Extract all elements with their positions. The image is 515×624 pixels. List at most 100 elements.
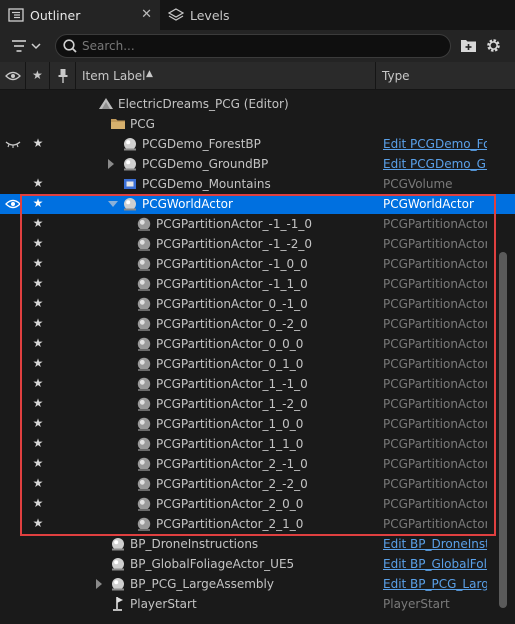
sort-ascending-icon: ▲ — [146, 69, 153, 79]
folder-icon — [111, 119, 125, 129]
type-column-header[interactable]: Type — [376, 62, 515, 90]
star-column-header[interactable]: ★ — [26, 62, 50, 90]
row-type: PCGWorldActor — [383, 197, 474, 211]
row-type: PCGPartitionActor — [383, 337, 487, 351]
tree-row[interactable]: BP_DroneInstructions Edit BP_DroneInstru — [0, 534, 515, 554]
star-icon[interactable]: ★ — [31, 436, 45, 450]
row-label: PCGWorldActor — [142, 197, 233, 211]
sphere-icon — [137, 397, 151, 411]
star-icon[interactable]: ★ — [31, 416, 45, 430]
visibility-column-header[interactable] — [0, 62, 26, 90]
row-type: PCGPartitionActor — [383, 257, 487, 271]
tree-row[interactable]: ★ PCGPartitionActor_0_1_0 PCGPartitionActo… — [0, 354, 515, 374]
tree-row[interactable]: ★ PCGDemo_ForestBP Edit PCGDemo_Fore — [0, 134, 515, 154]
tree-row[interactable]: PlayerStart PlayerStart — [0, 594, 515, 614]
tree-row[interactable]: ★ PCGWorldActor PCGWorldActor — [0, 194, 515, 214]
tree-row[interactable]: ★ PCGPartitionActor_-1_-2_0 PCGPartitionAc… — [0, 234, 515, 254]
tree-row[interactable]: ★ PCGPartitionActor_-1_-1_0 PCGPartitionAc… — [0, 214, 515, 234]
row-type: PCGPartitionActor — [383, 437, 487, 451]
star-icon[interactable]: ★ — [31, 176, 45, 190]
gear-icon[interactable] — [485, 37, 502, 54]
tree-row[interactable]: ★ PCGPartitionActor_1_-1_0 PCGPartitionAct… — [0, 374, 515, 394]
sphere-icon — [137, 337, 151, 351]
edit-blueprint-link[interactable]: Edit BP_DroneInstru — [383, 537, 487, 551]
star-icon[interactable]: ★ — [31, 216, 45, 230]
item-label-column-header[interactable]: Item Label ▲ — [76, 62, 376, 90]
star-icon[interactable]: ★ — [31, 256, 45, 270]
tree-row[interactable]: ★ PCGPartitionActor_1_1_0 PCGPartitionActo… — [0, 434, 515, 454]
row-label: BP_GlobalFoliageActor_UE5 — [130, 557, 295, 571]
add-folder-icon[interactable] — [460, 38, 477, 53]
item-label-header-text: Item Label — [82, 69, 146, 83]
type-header-text: Type — [382, 69, 410, 83]
row-label: PCGPartitionActor_-1_0_0 — [156, 257, 308, 271]
star-icon[interactable]: ★ — [31, 296, 45, 310]
tree-row[interactable]: ★ PCGPartitionActor_2_0_0 PCGPartitionActo… — [0, 494, 515, 514]
scrollbar-thumb[interactable] — [499, 252, 507, 608]
tree-row[interactable]: ★ PCGDemo_Mountains PCGVolume — [0, 174, 515, 194]
star-icon[interactable]: ★ — [31, 336, 45, 350]
star-icon[interactable]: ★ — [31, 196, 45, 210]
expand-arrow-icon[interactable] — [108, 159, 114, 169]
edit-blueprint-link[interactable]: Edit PCGDemo_Fore — [383, 137, 487, 151]
tree-row[interactable]: ★ PCGPartitionActor_-1_0_0 PCGPartitionAct… — [0, 254, 515, 274]
row-type: PlayerStart — [383, 597, 450, 611]
row-type: PCGPartitionActor — [383, 397, 487, 411]
tree-row[interactable]: ★ PCGPartitionActor_0_0_0 PCGPartitionActo… — [0, 334, 515, 354]
tree-row[interactable]: BP_GlobalFoliageActor_UE5 Edit BP_GlobalF… — [0, 554, 515, 574]
star-icon[interactable]: ★ — [31, 316, 45, 330]
eye-closed-icon[interactable] — [5, 139, 21, 149]
star-icon[interactable]: ★ — [31, 356, 45, 370]
close-icon[interactable]: ✕ — [141, 7, 152, 22]
search-box — [55, 34, 451, 58]
star-icon[interactable]: ★ — [31, 496, 45, 510]
edit-blueprint-link[interactable]: Edit BP_GlobalFolia — [383, 557, 487, 571]
row-label: PCGPartitionActor_0_-1_0 — [156, 297, 308, 311]
star-icon[interactable]: ★ — [31, 456, 45, 470]
tab-outliner[interactable]: Outliner ✕ — [0, 0, 160, 30]
row-label: PCGPartitionActor_-1_1_0 — [156, 277, 308, 291]
tree-row[interactable]: BP_PCG_LargeAssembly Edit BP_PCG_Large — [0, 574, 515, 594]
tree-row[interactable]: ★ PCGPartitionActor_2_-2_0 PCGPartitionAct… — [0, 474, 515, 494]
star-icon[interactable]: ★ — [31, 236, 45, 250]
row-type: PCGPartitionActor — [383, 377, 487, 391]
star-icon[interactable]: ★ — [31, 276, 45, 290]
row-label: PCGPartitionActor_1_-1_0 — [156, 377, 308, 391]
star-icon[interactable]: ★ — [31, 516, 45, 530]
sphere-icon — [137, 457, 151, 471]
row-label: PCGPartitionActor_-1_-1_0 — [156, 217, 313, 231]
row-label: PCGPartitionActor_0_1_0 — [156, 357, 304, 371]
star-icon[interactable]: ★ — [31, 376, 45, 390]
tree-row[interactable]: ★ PCGPartitionActor_0_-1_0 PCGPartitionAct… — [0, 294, 515, 314]
expand-arrow-icon[interactable] — [96, 579, 102, 589]
row-label: PCGPartitionActor_1_1_0 — [156, 437, 304, 451]
collapse-arrow-icon[interactable] — [108, 201, 118, 207]
search-input[interactable] — [82, 37, 442, 55]
filter-icon[interactable] — [10, 37, 46, 55]
edit-blueprint-link[interactable]: Edit BP_PCG_Large — [383, 577, 487, 591]
row-type: PCGPartitionActor — [383, 417, 487, 431]
toolbar — [0, 30, 515, 62]
star-icon[interactable]: ★ — [31, 476, 45, 490]
tree-row[interactable]: ★ PCGPartitionActor_1_0_0 PCGPartitionActo… — [0, 414, 515, 434]
tree-row[interactable]: ★ PCGPartitionActor_-1_1_0 PCGPartitionAct… — [0, 274, 515, 294]
star-icon[interactable]: ★ — [31, 396, 45, 410]
tree-row[interactable]: ★ PCGPartitionActor_2_1_0 PCGPartitionActo… — [0, 514, 515, 534]
column-header: ★ Item Label ▲ Type — [0, 62, 515, 90]
edit-blueprint-link[interactable]: Edit PCGDemo_Gro — [383, 157, 487, 171]
sphere-icon — [137, 517, 151, 531]
tree-row[interactable]: PCG — [0, 114, 515, 134]
eye-icon[interactable] — [5, 199, 21, 209]
row-type: PCGPartitionActor — [383, 217, 487, 231]
row-label: PCGPartitionActor_2_-1_0 — [156, 457, 308, 471]
tree-row[interactable]: PCGDemo_GroundBP Edit PCGDemo_Gro — [0, 154, 515, 174]
star-icon[interactable]: ★ — [31, 136, 45, 150]
tree-row[interactable]: ★ PCGPartitionActor_1_-2_0 PCGPartitionAct… — [0, 394, 515, 414]
tree-row[interactable]: ★ PCGPartitionActor_2_-1_0 PCGPartitionAct… — [0, 454, 515, 474]
tab-outliner-label: Outliner — [30, 7, 81, 23]
row-type: PCGPartitionActor — [383, 297, 487, 311]
tree-row[interactable]: ★ PCGPartitionActor_0_-2_0 PCGPartitionAct… — [0, 314, 515, 334]
pin-column-header[interactable] — [50, 62, 76, 90]
tree-row[interactable]: ElectricDreams_PCG (Editor) — [0, 94, 515, 114]
tab-levels[interactable]: Levels — [160, 0, 280, 30]
